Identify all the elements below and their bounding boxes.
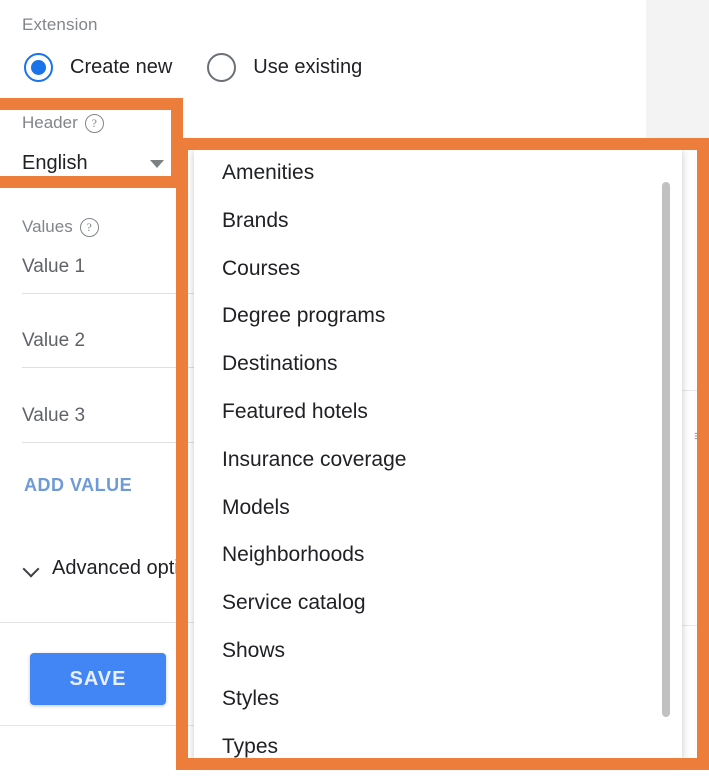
save-button[interactable]: SAVE bbox=[30, 653, 166, 705]
dropdown-scrollbar-thumb[interactable] bbox=[662, 182, 670, 717]
dropdown-scrollbar-track[interactable] bbox=[662, 148, 676, 760]
dropdown-item[interactable]: Brands bbox=[222, 208, 289, 234]
value-input-1[interactable]: Value 1 bbox=[22, 256, 176, 278]
header-language-dropdown-menu: Amenities Brands Courses Degree programs Des… bbox=[194, 148, 682, 760]
dropdown-item[interactable]: Courses bbox=[222, 256, 300, 282]
header-language-value: English bbox=[22, 152, 88, 174]
dropdown-item[interactable]: Types bbox=[222, 734, 278, 760]
dropdown-item[interactable]: Destinations bbox=[222, 351, 338, 377]
dropdown-scroll-area[interactable]: Amenities Brands Courses Degree programs Des… bbox=[194, 148, 682, 760]
advanced-options-toggle[interactable]: Advanced opti bbox=[24, 557, 179, 580]
header-field-label: Header ? bbox=[22, 113, 104, 133]
right-gutter bbox=[646, 0, 709, 145]
radio-use-existing-label[interactable]: Use existing bbox=[253, 56, 362, 79]
extension-mode-radio-group: Create new Use existing bbox=[24, 53, 362, 82]
dropdown-item[interactable]: Neighborhoods bbox=[222, 542, 364, 568]
dropdown-item[interactable]: Service catalog bbox=[222, 590, 366, 616]
value-input-2-placeholder: Value 2 bbox=[22, 330, 86, 351]
dropdown-item[interactable]: Shows bbox=[222, 638, 285, 664]
dropdown-item[interactable]: Featured hotels bbox=[222, 399, 368, 425]
radio-use-existing[interactable] bbox=[207, 53, 237, 82]
header-language-select[interactable]: English bbox=[22, 152, 168, 175]
dropdown-item[interactable]: Degree programs bbox=[222, 303, 385, 329]
dropdown-item[interactable]: Insurance coverage bbox=[222, 447, 406, 473]
value-input-3[interactable]: Value 3 bbox=[22, 405, 176, 427]
extension-section-label: Extension bbox=[22, 15, 98, 34]
advanced-options-label: Advanced opti bbox=[52, 557, 179, 579]
value-input-3-placeholder: Value 3 bbox=[22, 405, 86, 426]
radio-create-new-dot bbox=[31, 60, 46, 75]
radio-create-new[interactable] bbox=[24, 53, 53, 82]
radio-create-new-label[interactable]: Create new bbox=[70, 56, 172, 79]
dropdown-item[interactable]: Amenities bbox=[222, 160, 314, 186]
header-label-text: Header bbox=[22, 113, 78, 132]
partial-text-right-2: ≡‹ bbox=[694, 428, 709, 445]
chevron-down-icon bbox=[24, 561, 39, 576]
dropdown-item[interactable]: Models bbox=[222, 495, 290, 521]
screenshot-root: n ≡‹ Extension Create new Use existing H… bbox=[0, 0, 709, 776]
help-icon[interactable]: ? bbox=[84, 113, 104, 133]
dropdown-item[interactable]: Styles bbox=[222, 686, 279, 712]
value-input-2[interactable]: Value 2 bbox=[22, 330, 176, 352]
add-value-button[interactable]: ADD VALUE bbox=[24, 475, 132, 496]
partial-text-right-1: n bbox=[700, 406, 709, 423]
value-input-1-placeholder: Value 1 bbox=[22, 256, 86, 277]
values-section-label: Values ? bbox=[22, 217, 99, 237]
values-label-text: Values bbox=[22, 217, 73, 236]
help-icon[interactable]: ? bbox=[79, 217, 99, 237]
caret-down-icon bbox=[150, 159, 164, 168]
